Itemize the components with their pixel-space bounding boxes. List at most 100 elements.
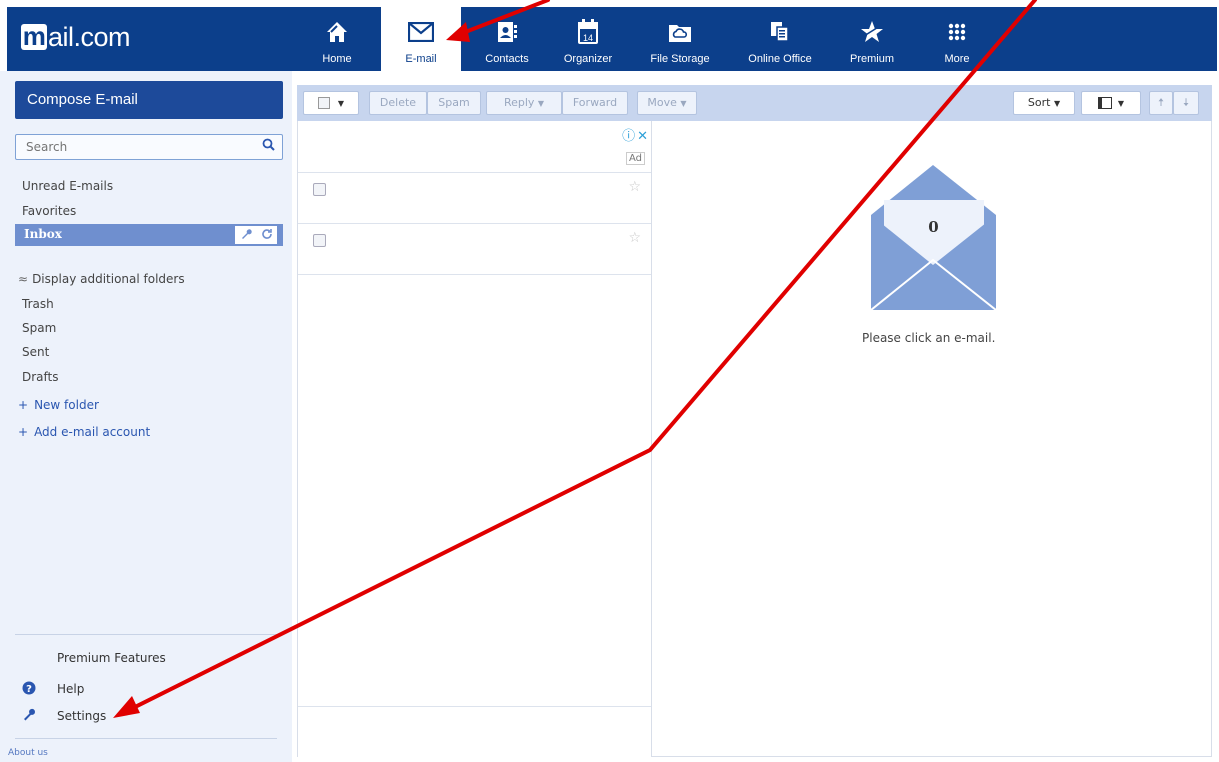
search-input[interactable] <box>15 134 283 160</box>
star-icon[interactable]: ☆ <box>628 179 641 195</box>
folder-drafts[interactable]: Drafts <box>22 370 59 384</box>
email-count: 0 <box>928 218 939 236</box>
nav-premium[interactable]: Premium <box>844 7 900 71</box>
add-email-account-link[interactable]: + Add e-mail account <box>18 425 150 439</box>
about-us-link[interactable]: About us <box>8 748 48 758</box>
premium-features-link[interactable]: Premium Features <box>57 651 166 665</box>
divider <box>15 738 277 739</box>
nav-online-office[interactable]: Online Office <box>740 7 820 71</box>
sidebar: Compose E-mail Unread E-mails Favorites … <box>0 71 292 762</box>
help-link[interactable]: Help <box>57 682 84 696</box>
email-checkbox[interactable] <box>313 183 326 196</box>
split-view-icon <box>1097 97 1112 109</box>
double-chevron-up-icon: ≈ <box>18 272 29 286</box>
spam-button[interactable]: Spam <box>427 91 481 115</box>
home-icon <box>325 15 349 49</box>
logo-text: ail.com <box>48 21 131 52</box>
nav-label: Online Office <box>748 53 812 65</box>
message-list: ⓘ ✕ Ad ☆ ☆ <box>297 121 652 757</box>
sort-label: Sort <box>1027 96 1051 109</box>
nav-label: Premium <box>849 53 894 65</box>
ad-label: Ad <box>625 152 645 165</box>
wrench-icon[interactable] <box>240 228 252 243</box>
caret-down-icon: ▼ <box>1053 99 1061 108</box>
top-navigation-bar: m ail.com Home E-mail Contacts 14 Organiz… <box>7 7 1217 71</box>
plus-icon: + <box>18 425 29 439</box>
list-footer <box>298 706 651 757</box>
next-email-button[interactable]: 🠇 <box>1173 91 1199 115</box>
calendar-day: 14 <box>582 33 593 43</box>
empty-envelope-illustration: 0 <box>866 165 1001 311</box>
caret-down-icon: ▼ <box>537 99 545 108</box>
compose-email-button[interactable]: Compose E-mail <box>15 81 283 119</box>
calendar-icon: 14 <box>577 15 599 49</box>
move-label: Move <box>647 96 677 109</box>
nav-home[interactable]: Home <box>309 7 365 71</box>
ad-choices-icon[interactable]: ⓘ ✕ <box>622 125 648 144</box>
refresh-icon[interactable] <box>261 228 273 243</box>
mailcom-logo[interactable]: m ail.com <box>21 20 131 54</box>
nav-label: E-mail <box>405 53 437 65</box>
search-icon[interactable] <box>262 138 275 154</box>
envelope-icon <box>408 15 434 49</box>
new-folder-label: New folder <box>34 398 99 412</box>
nav-label: Home <box>322 53 352 65</box>
layout-button[interactable]: ▼ <box>1081 91 1141 115</box>
plus-icon: + <box>18 398 29 412</box>
nav-label: Organizer <box>563 53 613 65</box>
star-icon[interactable]: ☆ <box>628 230 641 246</box>
empty-preview-message: Please click an e-mail. <box>862 331 996 345</box>
nav-email[interactable]: E-mail <box>381 7 461 71</box>
nav-label: File Storage <box>650 53 710 65</box>
arrow-down-icon: 🠇 <box>1182 96 1190 109</box>
new-folder-link[interactable]: + New folder <box>18 398 99 412</box>
nav-contacts[interactable]: Contacts <box>477 7 537 71</box>
nav-label: More <box>944 53 970 65</box>
reply-label: Reply <box>503 96 535 109</box>
list-item[interactable]: ☆ <box>298 173 651 224</box>
folder-inbox[interactable]: Inbox <box>15 224 283 246</box>
add-account-label: Add e-mail account <box>34 425 151 439</box>
email-checkbox[interactable] <box>313 234 326 247</box>
display-additional-label: Display additional folders <box>32 272 185 286</box>
grid-dots-icon <box>947 15 967 49</box>
wrench-icon <box>22 707 36 724</box>
nav-organizer[interactable]: 14 Organizer <box>555 7 621 71</box>
folder-trash[interactable]: Trash <box>22 297 54 311</box>
ad-row[interactable]: ⓘ ✕ Ad <box>298 121 651 173</box>
nav-more[interactable]: More <box>932 7 982 71</box>
arrow-up-icon: 🠅 <box>1157 96 1165 109</box>
caret-down-icon: ▼ <box>337 99 345 108</box>
select-all-checkbox-dropdown[interactable]: ▼ <box>303 91 359 115</box>
previous-email-button[interactable]: 🠅 <box>1149 91 1173 115</box>
folder-spam[interactable]: Spam <box>22 321 56 335</box>
inbox-tools <box>235 226 277 244</box>
folder-favorites[interactable]: Favorites <box>22 204 76 218</box>
sort-button[interactable]: Sort ▼ <box>1013 91 1075 115</box>
cloud-folder-icon <box>668 15 692 49</box>
list-item[interactable]: ☆ <box>298 224 651 275</box>
star-icon <box>860 15 884 49</box>
svg-text:?: ? <box>26 684 32 695</box>
preview-pane: 0 Please click an e-mail. <box>652 121 1212 757</box>
documents-icon <box>770 15 790 49</box>
nav-label: Contacts <box>485 53 529 65</box>
display-additional-folders[interactable]: ≈ Display additional folders <box>18 272 185 286</box>
move-button[interactable]: Move ▼ <box>637 91 697 115</box>
forward-button[interactable]: Forward <box>562 91 628 115</box>
settings-link[interactable]: Settings <box>57 709 106 723</box>
reply-button[interactable]: Reply ▼ <box>486 91 562 115</box>
inbox-label: Inbox <box>24 227 62 241</box>
delete-button[interactable]: Delete <box>369 91 427 115</box>
help-icon: ? <box>22 681 36 698</box>
caret-down-icon: ▼ <box>680 99 687 108</box>
folder-sent[interactable]: Sent <box>22 345 49 359</box>
folder-unread[interactable]: Unread E-mails <box>22 179 113 193</box>
logo-m: m <box>21 21 47 51</box>
nav-file-storage[interactable]: File Storage <box>643 7 717 71</box>
contacts-icon <box>496 15 518 49</box>
checkbox[interactable] <box>317 97 330 109</box>
caret-down-icon: ▼ <box>1117 99 1125 108</box>
message-toolbar: ▼ Delete Spam Reply ▼ Forward Move ▼ Sor… <box>297 85 1212 121</box>
divider <box>15 634 277 635</box>
